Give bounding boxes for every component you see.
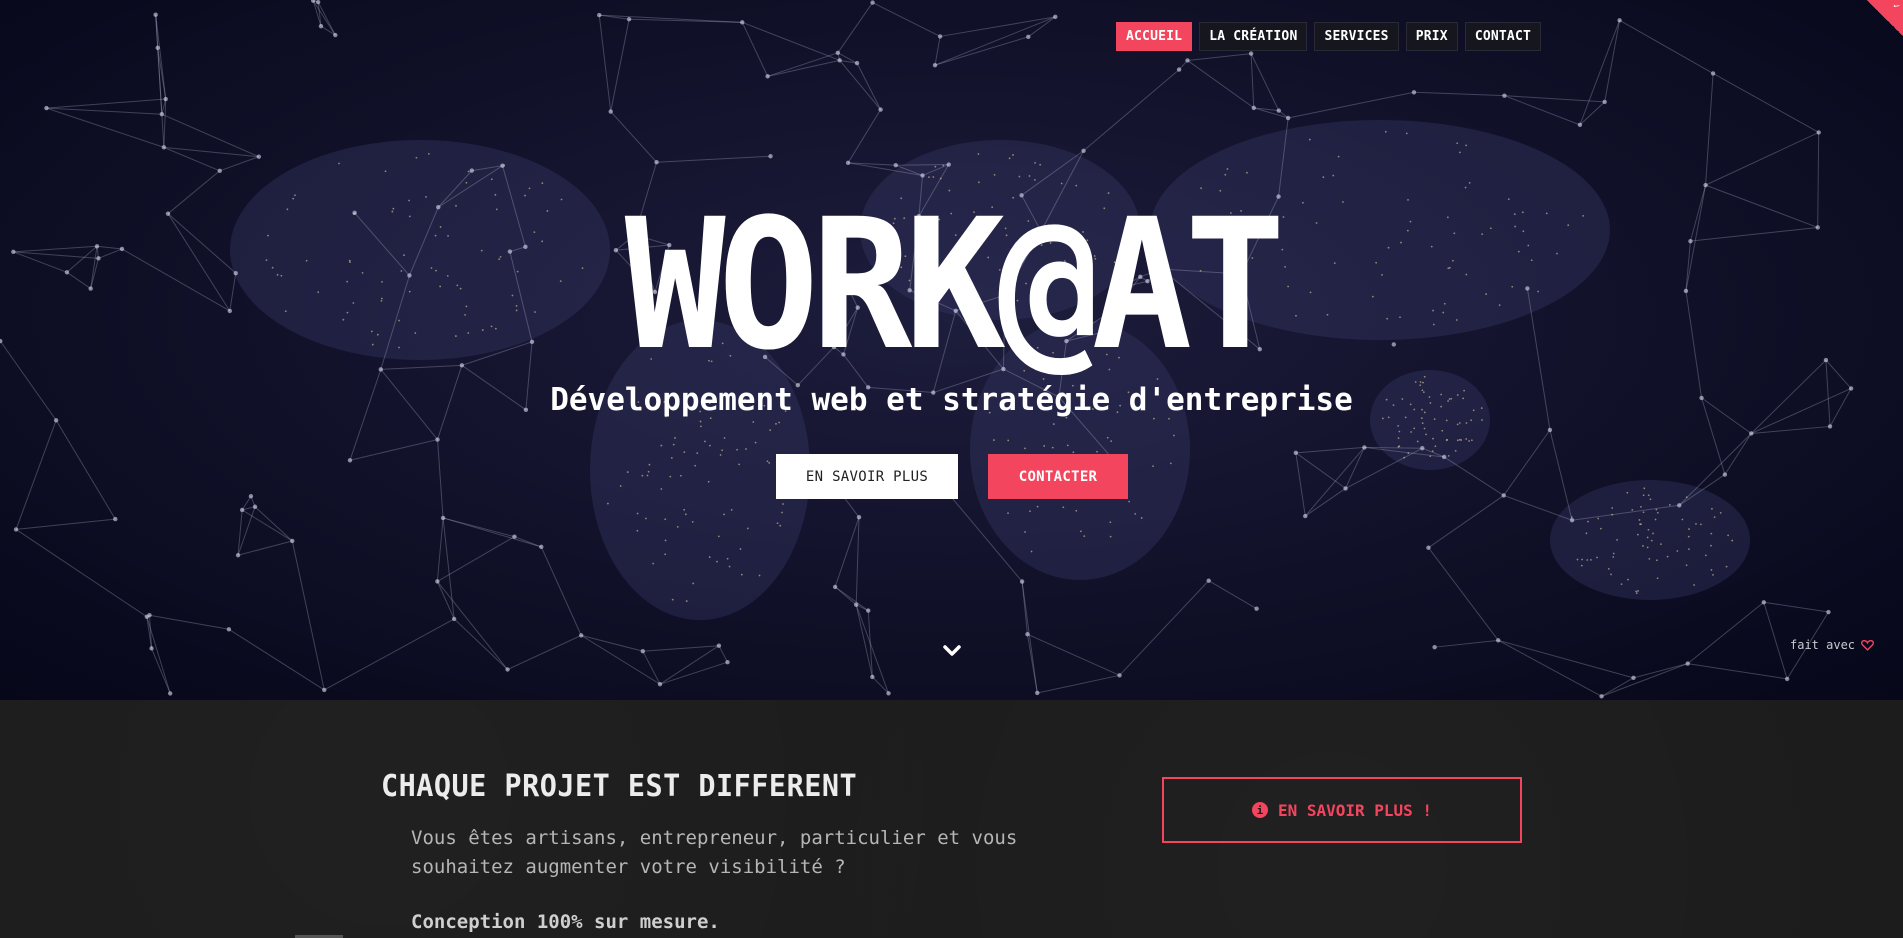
- main-nav: ACCUEIL LA CRÉATION SERVICES PRIX CONTAC…: [1116, 22, 1541, 51]
- nav-item-contact[interactable]: CONTACT: [1464, 22, 1541, 51]
- hero-buttons: EN SAVOIR PLUS CONTACTER: [776, 454, 1128, 499]
- hero-section: ✓ ACCUEIL LA CRÉATION SERVICES PRIX CONT…: [0, 0, 1903, 700]
- hero-title: WORK@AT: [624, 181, 1286, 390]
- section-title: CHAQUE PROJET EST DIFFERENT: [381, 769, 858, 804]
- nav-item-accueil[interactable]: ACCUEIL: [1116, 22, 1193, 51]
- learn-more-button[interactable]: EN SAVOIR PLUS: [776, 454, 958, 499]
- learn-more-outline-button[interactable]: i EN SAVOIR PLUS !: [1162, 777, 1522, 843]
- nav-item-prix[interactable]: PRIX: [1405, 22, 1458, 51]
- learn-more-outline-label: EN SAVOIR PLUS !: [1277, 800, 1433, 820]
- section-text: Vous êtes artisans, entrepreneur, partic…: [411, 827, 1018, 878]
- nav-item-services[interactable]: SERVICES: [1314, 22, 1399, 51]
- intro-section: CHAQUE PROJET EST DIFFERENT Vous êtes ar…: [0, 700, 1903, 938]
- chevron-down-icon[interactable]: [942, 641, 962, 661]
- info-icon: i: [1251, 802, 1268, 818]
- made-with-credit: fait avec: [1790, 638, 1874, 652]
- hero-subtitle: Développement web et stratégie d'entrepr…: [550, 382, 1353, 418]
- contact-button[interactable]: CONTACTER: [988, 454, 1128, 499]
- heart-icon: [1861, 639, 1874, 651]
- check-icon: ✓: [1889, 0, 1903, 13]
- nav-item-la-creation[interactable]: LA CRÉATION: [1199, 22, 1308, 51]
- corner-ribbon[interactable]: ✓: [1867, 0, 1903, 36]
- section-highlight: Conception 100% sur mesure.: [411, 911, 720, 933]
- made-with-label: fait avec: [1790, 638, 1856, 652]
